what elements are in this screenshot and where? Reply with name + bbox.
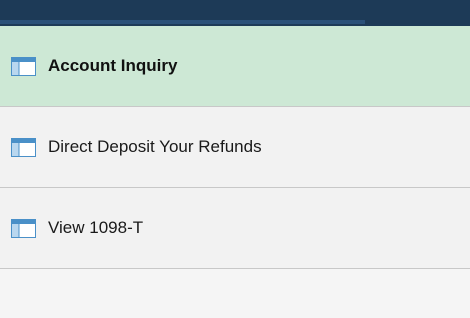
header-bar xyxy=(0,0,470,26)
menu-item-label: View 1098-T xyxy=(48,218,144,237)
page-icon xyxy=(11,137,36,157)
menu-item-label: Account Inquiry xyxy=(48,56,178,75)
header-accent-strip xyxy=(0,20,365,24)
page-icon xyxy=(11,56,36,76)
menu-item-label: Direct Deposit Your Refunds xyxy=(48,137,262,156)
menu-item-account-inquiry[interactable]: Account Inquiry xyxy=(0,26,470,107)
menu-item-view-1098t[interactable]: View 1098-T xyxy=(0,188,470,269)
menu-item-direct-deposit[interactable]: Direct Deposit Your Refunds xyxy=(0,107,470,188)
navigation-menu: Account Inquiry Direct Deposit Your Refu… xyxy=(0,26,470,269)
page-icon xyxy=(11,218,36,238)
